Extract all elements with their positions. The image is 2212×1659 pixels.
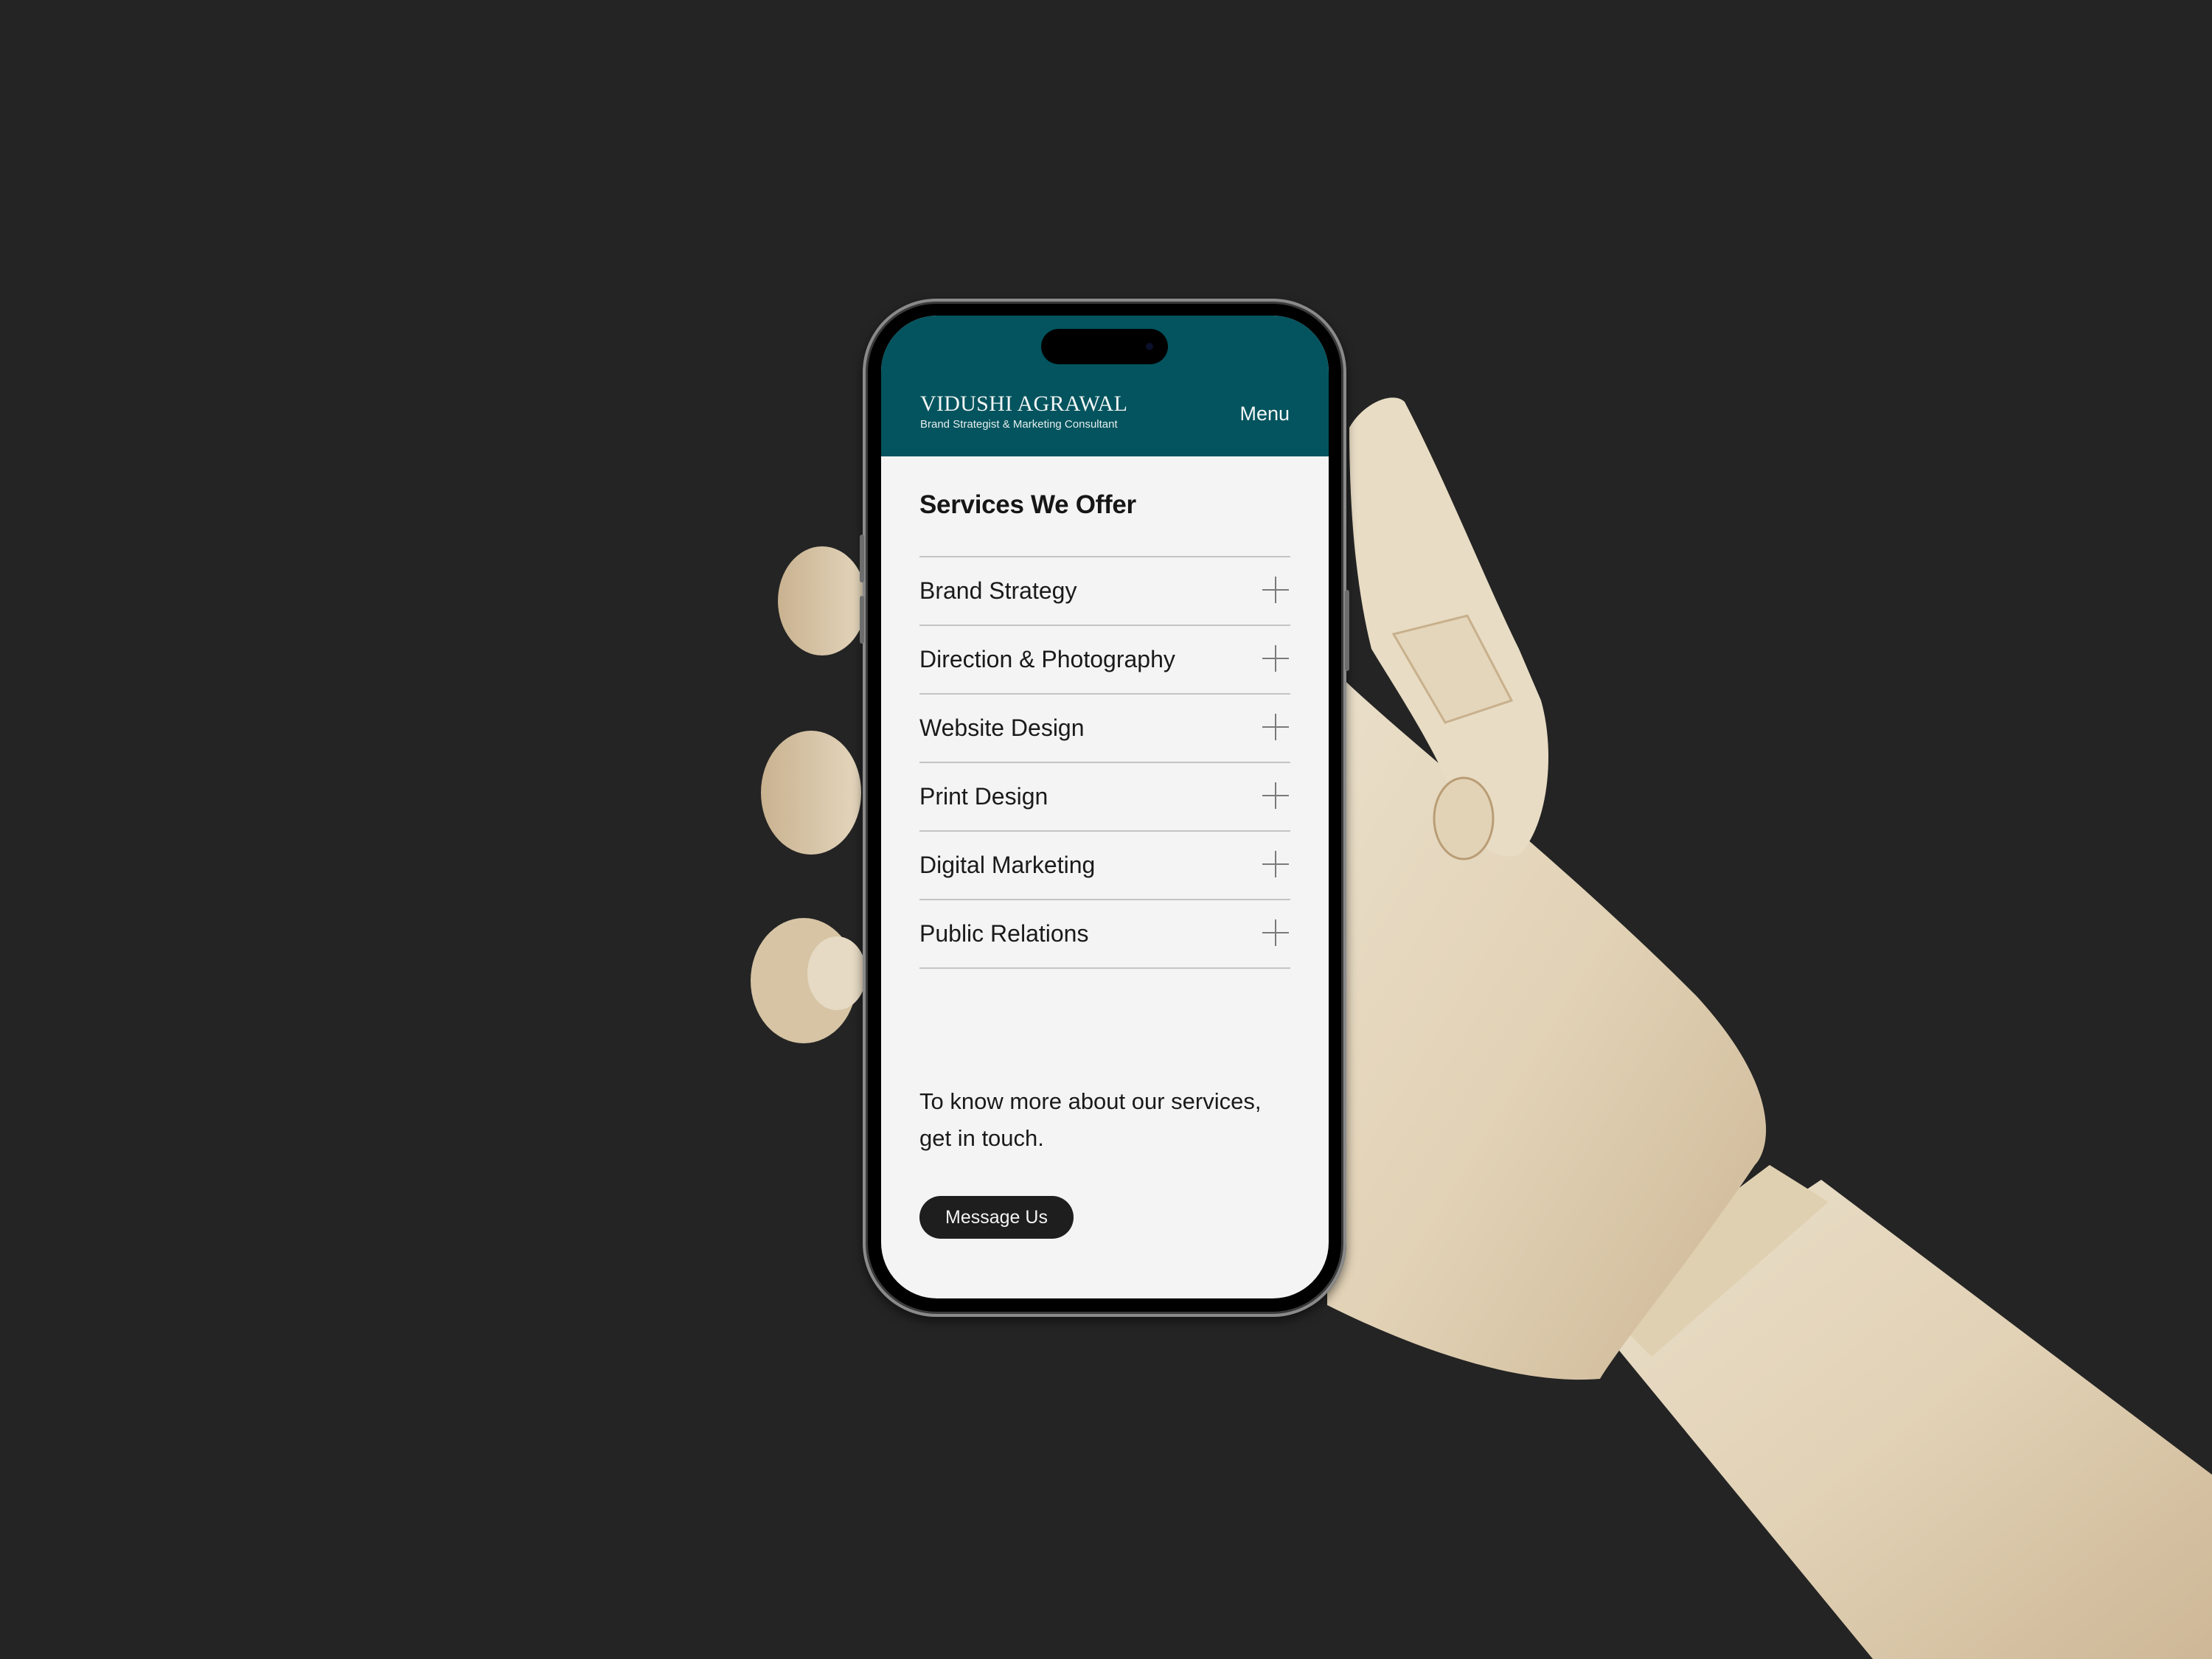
phone-screen: VIDUSHI AGRAWAL Brand Strategist & Marke… <box>881 316 1329 1298</box>
phone-volume-down-button <box>860 596 864 644</box>
plus-icon[interactable] <box>1262 919 1289 946</box>
phone-volume-up-button <box>860 535 864 582</box>
accordion-item-label: Print Design <box>919 783 1048 810</box>
menu-button[interactable]: Menu <box>1239 403 1290 425</box>
plus-icon[interactable] <box>1262 851 1289 877</box>
accordion-item-print-design[interactable]: Print Design <box>919 762 1290 830</box>
brand-tagline: Brand Strategist & Marketing Consultant <box>920 418 1118 431</box>
accordion-item-label: Digital Marketing <box>919 852 1096 878</box>
accordion-item-brand-strategy[interactable]: Brand Strategy <box>919 556 1290 625</box>
finger-2 <box>761 731 861 855</box>
plus-icon[interactable] <box>1262 577 1289 603</box>
plus-icon[interactable] <box>1262 782 1289 809</box>
section-title: Services We Offer <box>919 490 1136 519</box>
camera-icon <box>1146 343 1153 350</box>
accordion-item-website-design[interactable]: Website Design <box>919 693 1290 762</box>
contact-note: To know more about our services, get in … <box>919 1088 1262 1151</box>
accordion-item-digital-marketing[interactable]: Digital Marketing <box>919 830 1290 899</box>
finger-1 <box>778 546 866 655</box>
accordion-item-direction-photography[interactable]: Direction & Photography <box>919 625 1290 693</box>
message-us-button[interactable]: Message Us <box>919 1196 1074 1239</box>
accordion-item-label: Direction & Photography <box>919 646 1175 672</box>
accordion-item-label: Public Relations <box>919 920 1089 947</box>
plus-icon[interactable] <box>1262 714 1289 740</box>
brand-name[interactable]: VIDUSHI AGRAWAL <box>920 392 1127 417</box>
services-accordion: Brand Strategy Direction & Photography W… <box>919 556 1290 969</box>
accordion-item-public-relations[interactable]: Public Relations <box>919 899 1290 969</box>
site-header: VIDUSHI AGRAWAL Brand Strategist & Marke… <box>881 316 1329 456</box>
phone-power-button <box>1345 590 1349 671</box>
accordion-item-label: Brand Strategy <box>919 577 1077 604</box>
dynamic-island <box>1041 329 1168 364</box>
accordion-item-label: Website Design <box>919 714 1085 741</box>
plus-icon[interactable] <box>1262 645 1289 672</box>
